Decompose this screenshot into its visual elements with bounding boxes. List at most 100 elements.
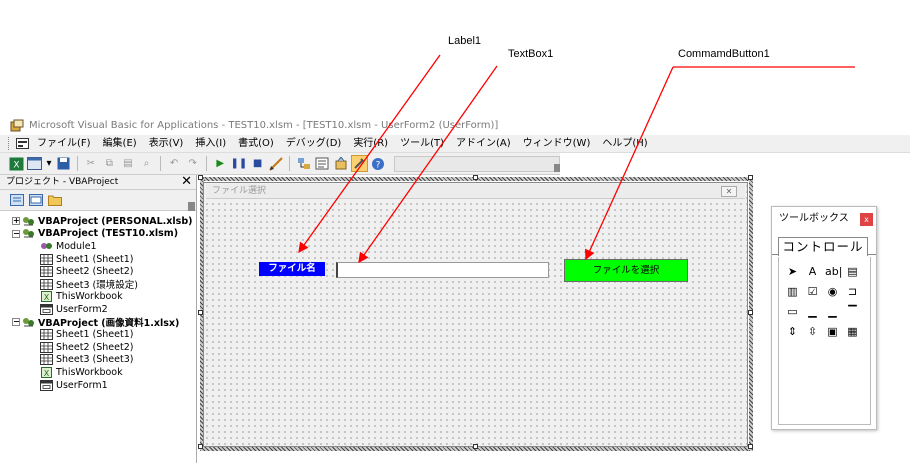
toolbar-box-grip xyxy=(554,163,561,172)
tree-item[interactable]: Module1 xyxy=(0,240,196,253)
tree-item[interactable]: UserForm1 xyxy=(0,379,196,392)
run-icon[interactable]: ▶ xyxy=(212,155,229,172)
copy-icon[interactable]: ⧉ xyxy=(101,155,118,172)
tab-controls[interactable]: コントロール xyxy=(778,237,868,256)
menu-edit[interactable]: 編集(E) xyxy=(97,136,143,152)
label-tool-icon[interactable]: A xyxy=(805,265,820,279)
collapse-icon[interactable]: − xyxy=(12,318,20,327)
toolbox-titlebar: ツールボックス x xyxy=(772,207,876,231)
resize-handle-w[interactable] xyxy=(198,310,203,315)
tree-item[interactable]: X ThisWorkbook xyxy=(0,366,196,379)
close-icon[interactable]: ✕ xyxy=(721,186,737,197)
tree-item[interactable]: Sheet3 (環境設定) xyxy=(0,278,196,291)
expand-icon[interactable]: + xyxy=(12,217,20,226)
view-excel-icon[interactable]: X xyxy=(8,155,25,172)
userform-icon xyxy=(40,379,53,391)
reset-icon[interactable]: ■ xyxy=(249,155,266,172)
menu-tools[interactable]: ツール(T) xyxy=(394,136,450,152)
undo-icon[interactable]: ↶ xyxy=(166,155,183,172)
tree-item[interactable]: Sheet2 (Sheet2) xyxy=(0,341,196,354)
dropdown-arrow-icon[interactable]: ▾ xyxy=(45,155,53,172)
menu-help[interactable]: ヘルプ(H) xyxy=(596,136,653,152)
tree-item-label: Module1 xyxy=(56,240,97,252)
break-icon[interactable]: ❚❚ xyxy=(230,155,247,172)
close-icon[interactable]: x xyxy=(860,213,873,226)
optionbutton-tool-icon[interactable]: ◉ xyxy=(825,285,840,299)
resize-handle-n[interactable] xyxy=(473,175,478,180)
design-mode-icon[interactable] xyxy=(268,155,285,172)
commandbutton-tool-icon[interactable]: ▁ xyxy=(805,305,820,319)
commandbutton1-control[interactable]: ファイルを選択 xyxy=(564,259,688,282)
cut-icon[interactable]: ✂ xyxy=(83,155,100,172)
image-tool-icon[interactable]: ▣ xyxy=(825,325,840,339)
find-icon[interactable]: ⌕ xyxy=(138,155,155,172)
menu-file[interactable]: ファイル(F) xyxy=(31,136,97,152)
save-icon[interactable] xyxy=(55,155,72,172)
tree-project-node[interactable]: − VBAProject (画像資料1.xlsx) xyxy=(0,316,196,329)
properties-icon[interactable] xyxy=(314,155,331,172)
svg-text:X: X xyxy=(44,369,50,378)
userform-titlebar: ファイル選択 ✕ xyxy=(206,184,745,199)
userform-icon xyxy=(40,303,53,315)
menu-view[interactable]: 表示(V) xyxy=(143,136,190,152)
panel-scroll-grip xyxy=(188,202,195,211)
togglebutton-tool-icon[interactable]: ⊐ xyxy=(845,285,860,299)
resize-handle-s[interactable] xyxy=(473,444,478,449)
tabstrip-tool-icon[interactable]: ▁ xyxy=(825,305,840,319)
redo-icon[interactable]: ↷ xyxy=(184,155,201,172)
tree-item[interactable]: X ThisWorkbook xyxy=(0,291,196,304)
toolbox-icon[interactable] xyxy=(351,155,368,172)
tree-item[interactable]: Sheet2 (Sheet2) xyxy=(0,265,196,278)
sheet-icon xyxy=(40,278,53,290)
paste-icon[interactable]: ▤ xyxy=(120,155,137,172)
frame-tool-icon[interactable]: ▭ xyxy=(785,305,800,319)
resize-handle-nw[interactable] xyxy=(198,175,203,180)
menubar-form-icon[interactable] xyxy=(14,135,31,152)
tree-project-node[interactable]: − VBAProject (TEST10.xlsm) xyxy=(0,228,196,241)
checkbox-tool-icon[interactable]: ☑ xyxy=(805,285,820,299)
vbaproject-icon xyxy=(22,228,35,239)
object-browser-icon[interactable] xyxy=(333,155,350,172)
toggle-folders-icon[interactable] xyxy=(48,194,62,206)
multipage-tool-icon[interactable]: ▔ xyxy=(845,305,860,319)
annotation-textbox1: TextBox1 xyxy=(508,48,554,60)
menu-run[interactable]: 実行(R) xyxy=(347,136,394,152)
resize-handle-sw[interactable] xyxy=(198,444,203,449)
resize-handle-e[interactable] xyxy=(748,310,753,315)
resize-handle-se[interactable] xyxy=(748,444,753,449)
refedit-tool-icon[interactable]: ▦ xyxy=(845,325,860,339)
project-explorer-icon[interactable] xyxy=(295,155,312,172)
tree-item-label: VBAProject (TEST10.xlsm) xyxy=(38,228,179,240)
listbox-tool-icon[interactable]: ▥ xyxy=(785,285,800,299)
tree-project-node[interactable]: + VBAProject (PERSONAL.xlsb) xyxy=(0,215,196,228)
menu-insert[interactable]: 挿入(I) xyxy=(189,136,232,152)
scrollbar-tool-icon[interactable]: ⇕ xyxy=(785,325,800,339)
close-icon[interactable]: ✕ xyxy=(181,175,192,189)
menu-format[interactable]: 書式(O) xyxy=(232,136,280,152)
tree-item[interactable]: Sheet1 (Sheet1) xyxy=(0,253,196,266)
textbox1-control[interactable] xyxy=(336,262,549,278)
select-objects-icon[interactable]: ➤ xyxy=(785,265,800,279)
label1-control[interactable]: ファイル名 xyxy=(259,262,325,276)
menubar-grip[interactable] xyxy=(8,137,11,150)
toolbar-position-box xyxy=(394,155,561,172)
userform-design-surface[interactable] xyxy=(203,182,748,447)
tree-item-label: Sheet2 (Sheet2) xyxy=(56,266,134,278)
sheet-icon xyxy=(40,341,53,353)
menu-window[interactable]: ウィンドウ(W) xyxy=(517,136,597,152)
menu-addins[interactable]: アドイン(A) xyxy=(450,136,517,152)
tree-item[interactable]: Sheet3 (Sheet3) xyxy=(0,354,196,367)
resize-handle-ne[interactable] xyxy=(748,175,753,180)
tree-item-label: ThisWorkbook xyxy=(56,291,123,303)
combobox-tool-icon[interactable]: ▤ xyxy=(845,265,860,279)
spinbutton-tool-icon[interactable]: ⇳ xyxy=(805,325,820,339)
help-icon[interactable]: ? xyxy=(370,155,387,172)
view-code-icon[interactable] xyxy=(10,194,24,206)
textbox-tool-icon[interactable]: ab| xyxy=(825,265,842,279)
view-object-icon[interactable] xyxy=(29,194,43,206)
tree-item[interactable]: Sheet1 (Sheet1) xyxy=(0,328,196,341)
tree-item[interactable]: UserForm2 xyxy=(0,303,196,316)
insert-userform-icon[interactable] xyxy=(27,155,44,172)
collapse-icon[interactable]: − xyxy=(12,229,20,238)
menu-debug[interactable]: デバッグ(D) xyxy=(280,136,348,152)
